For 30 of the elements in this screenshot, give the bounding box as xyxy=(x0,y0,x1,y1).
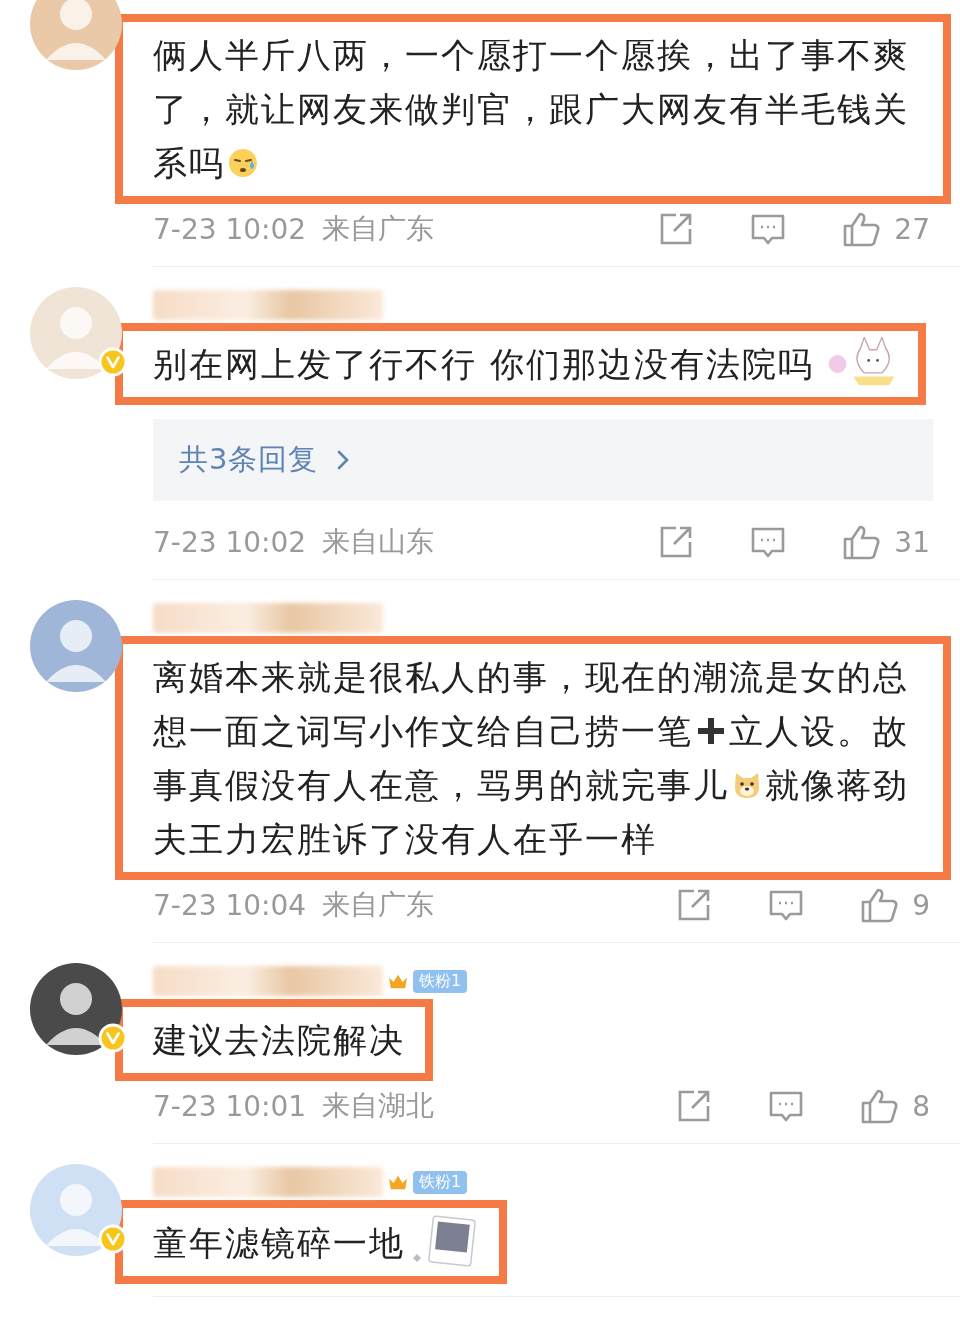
crown-icon xyxy=(387,972,409,990)
comment-text: 建议去法院解决 xyxy=(153,1019,405,1062)
comment-date: 7-23 10:01 xyxy=(153,1089,307,1123)
comment-location: 来自湖北 xyxy=(322,1088,435,1124)
plus-icon xyxy=(695,715,727,747)
avatar[interactable] xyxy=(30,963,122,1055)
like-count: 8 xyxy=(912,1089,930,1123)
sweat-emoji-icon xyxy=(227,147,259,179)
comment-text: 童年滤镜碎一地 xyxy=(153,1222,405,1265)
like-icon[interactable] xyxy=(842,524,881,560)
comment-date: 7-23 10:02 xyxy=(153,525,307,559)
comment-location: 来自广东 xyxy=(322,887,435,923)
chevron-right-icon xyxy=(336,448,351,472)
comment-text: 离婚本来就是很私人的事，现在的潮流是女的总想一面之词写小作文给自己捞一笔 立人设。故事真假没有人在意，骂男的就完事儿 就像蒋劲夫王力宏胜诉了没有人在乎一样 xyxy=(153,656,910,861)
comment-text: 俩人半斤八两，一个愿打一个愿挨，出了事不爽了，就让网友来做判官，跟广大网友有半毛钱关系吗 xyxy=(153,34,910,185)
like-count: 31 xyxy=(894,525,930,559)
like-count: 27 xyxy=(894,212,930,246)
crown-icon xyxy=(387,1173,409,1191)
replies-link[interactable]: 共3条回复 xyxy=(153,419,933,501)
comment-date: 7-23 10:04 xyxy=(153,888,307,922)
comment-location: 来自广东 xyxy=(322,211,435,247)
comment-date: 7-23 10:02 xyxy=(153,212,307,246)
like-icon[interactable] xyxy=(860,887,899,923)
like-icon[interactable] xyxy=(860,1088,899,1124)
fan-badge: 铁粉1 xyxy=(413,969,468,993)
comment-text: 别在网上发了行不行 你们那边没有法院吗 xyxy=(153,343,814,386)
like-count: 9 xyxy=(912,888,930,922)
fan-badge: 铁粉1 xyxy=(413,1170,468,1194)
comment-location: 来自山东 xyxy=(322,524,435,560)
like-icon[interactable] xyxy=(842,211,881,247)
